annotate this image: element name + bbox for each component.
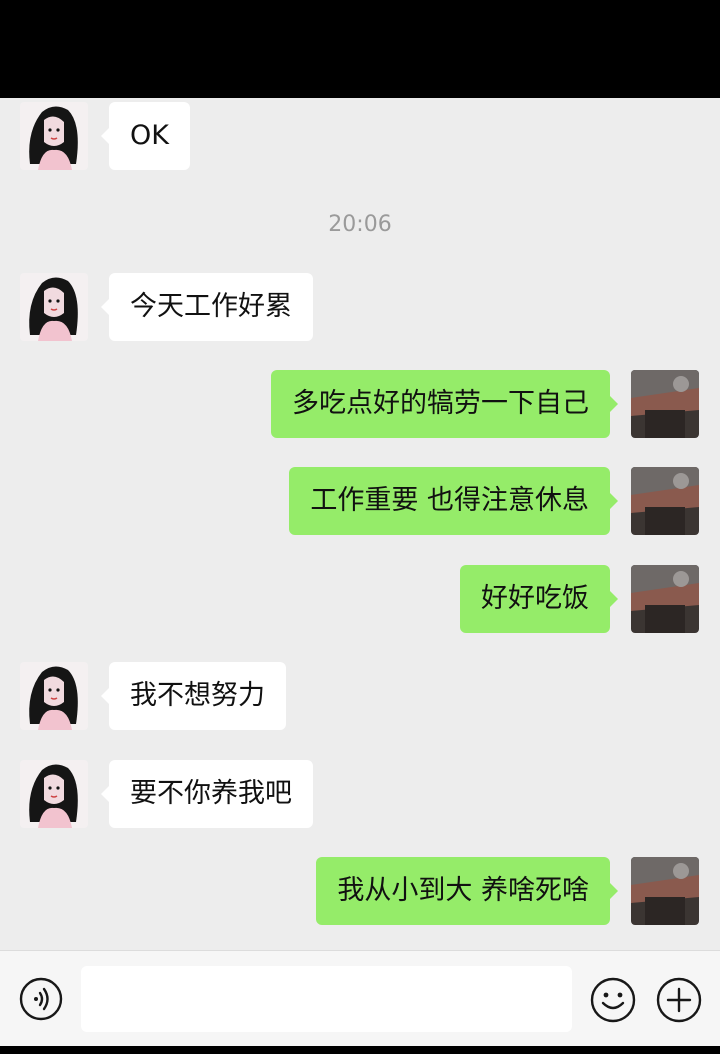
message-bubble[interactable]: 我不想努力: [101, 662, 286, 730]
status-bar: [0, 0, 720, 98]
message-timestamp: 20:06: [328, 212, 392, 237]
contact-avatar[interactable]: [20, 662, 88, 730]
message-bubble[interactable]: 工作重要 也得注意休息: [289, 467, 618, 535]
chat-message-list[interactable]: OK 20:06 今天工作好累 多吃点好的犒劳一下自己 工作重要 也得注意休息 …: [0, 98, 720, 950]
home-indicator-area: [0, 1046, 720, 1054]
my-avatar[interactable]: [631, 857, 699, 925]
my-avatar[interactable]: [631, 370, 699, 438]
message-bubble[interactable]: 好好吃饭: [460, 565, 618, 633]
message-bubble[interactable]: 多吃点好的犒劳一下自己: [271, 370, 618, 438]
my-avatar[interactable]: [631, 467, 699, 535]
message-input[interactable]: [81, 966, 572, 1032]
message-bubble[interactable]: OK: [101, 102, 190, 170]
my-avatar[interactable]: [631, 565, 699, 633]
plus-icon[interactable]: [656, 977, 702, 1023]
contact-avatar[interactable]: [20, 102, 88, 170]
contact-avatar[interactable]: [20, 760, 88, 828]
message-bubble[interactable]: 今天工作好累: [101, 273, 313, 341]
message-bubble[interactable]: 要不你养我吧: [101, 760, 313, 828]
chat-input-bar: [0, 950, 720, 1046]
message-bubble[interactable]: 我从小到大 养啥死啥: [316, 857, 618, 925]
voice-icon[interactable]: [19, 977, 63, 1021]
contact-avatar[interactable]: [20, 273, 88, 341]
emoji-icon[interactable]: [590, 977, 636, 1023]
